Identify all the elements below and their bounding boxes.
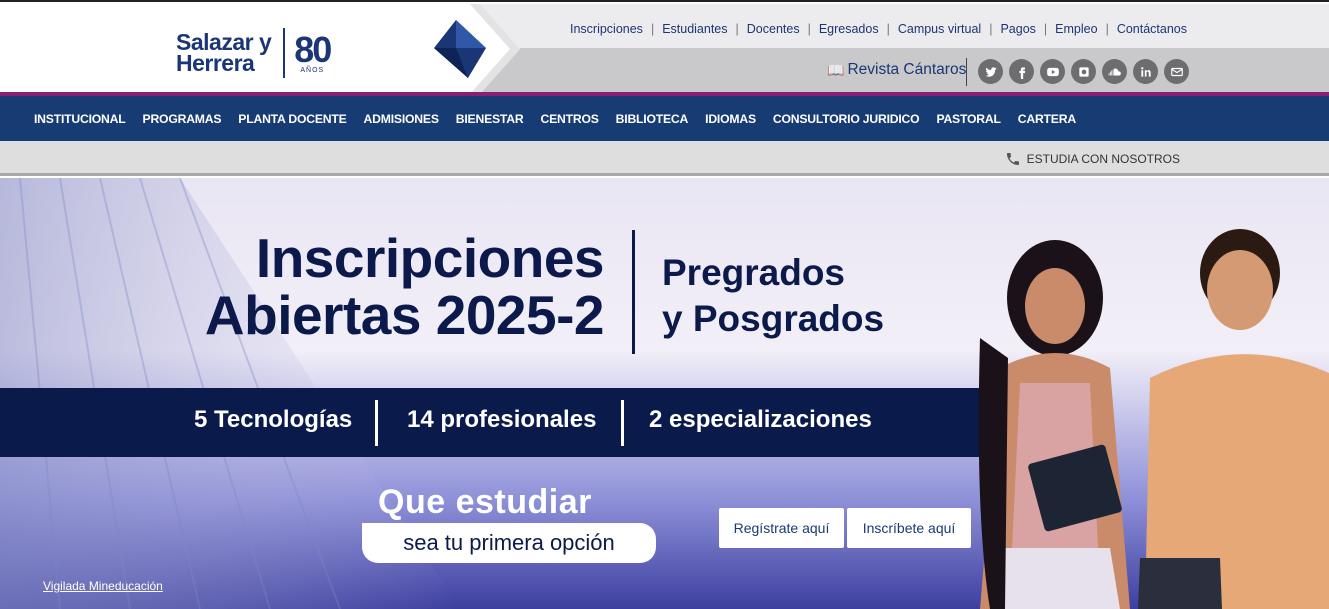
tagline-line1: Que estudiar (378, 483, 592, 521)
hero-banner: Inscripciones Abiertas 2025-2 Pregrados … (0, 178, 1329, 609)
main-nav: INSTITUCIONAL PROGRAMAS PLANTA DOCENTE A… (0, 96, 1329, 141)
nav-item-programas[interactable]: PROGRAMAS (143, 112, 222, 126)
facebook-icon[interactable] (1009, 59, 1034, 84)
revista-link[interactable]: 📖 Revista Cántaros (827, 61, 966, 79)
sub-bar: ESTUDIA CON NOSOTROS (0, 141, 1329, 176)
revista-label: Revista Cántaros (847, 61, 967, 78)
hero-subtitle-line1: Pregrados (662, 252, 846, 293)
util-link-docentes[interactable]: Docentes (747, 22, 800, 36)
tagline-line2: sea tu primera opción (362, 523, 656, 563)
utility-nav: Inscripciones | Estudiantes | Docentes | Eg… (569, 22, 1187, 36)
band-tecnologias: 5 Tecnologías (194, 406, 353, 433)
hero-subtitle: Pregrados y Posgrados (662, 250, 884, 342)
logo-name-line2: Herrera (176, 50, 255, 76)
email-icon[interactable] (1164, 59, 1189, 84)
emblem-icon (434, 20, 486, 78)
hero-title-divider (632, 230, 635, 354)
flickr-icon[interactable] (1071, 59, 1096, 84)
hero-subtitle-line2: y Posgrados (662, 298, 885, 339)
nav-item-consultorio-juridico[interactable]: CONSULTORIO JURIDICO (773, 112, 920, 126)
nav-item-institucional[interactable]: INSTITUCIONAL (34, 112, 126, 126)
soundcloud-icon[interactable] (1102, 59, 1127, 84)
header-gray-panel (435, 4, 1329, 94)
nav-item-biblioteca[interactable]: BIBLIOTECA (616, 112, 689, 126)
nav-item-cartera[interactable]: CARTERA (1018, 112, 1076, 126)
util-link-empleo[interactable]: Empleo (1055, 22, 1097, 36)
linkedin-icon[interactable] (1133, 59, 1158, 84)
hero-title: Inscripciones Abiertas 2025-2 (158, 227, 605, 346)
youtube-icon[interactable] (1040, 59, 1065, 84)
mineducacion-note[interactable]: Vigilada Mineducación (43, 579, 163, 593)
util-link-egresados[interactable]: Egresados (819, 22, 879, 36)
band-especializaciones: 2 especializaciones (649, 406, 872, 433)
twitter-icon[interactable] (978, 59, 1003, 84)
social-links (978, 59, 1189, 84)
hero-title-line1: Inscripciones (255, 227, 605, 289)
hero-title-line2: Abiertas 2025-2 (204, 284, 605, 346)
nav-item-bienestar[interactable]: BIENESTAR (456, 112, 524, 126)
book-icon: 📖 (827, 61, 845, 78)
top-header: Salazar y Herrera 80 AÑOS Inscripciones |… (0, 0, 1329, 94)
phone-icon (1006, 153, 1019, 165)
util-link-estudiantes[interactable]: Estudiantes (662, 22, 727, 36)
nav-item-admisiones[interactable]: ADMISIONES (364, 112, 439, 126)
university-logo[interactable]: Salazar y Herrera 80 AÑOS (176, 28, 332, 78)
util-link-campus-virtual[interactable]: Campus virtual (898, 22, 981, 36)
logo-wordmark: Salazar y Herrera (176, 31, 272, 76)
logo-anniversary-number: 80 (294, 28, 332, 70)
enroll-button[interactable]: Inscríbete aquí (847, 508, 971, 548)
nav-item-idiomas[interactable]: IDIOMAS (705, 112, 756, 126)
band-profesionales: 14 profesionales (407, 406, 597, 433)
util-link-contactanos[interactable]: Contáctanos (1117, 22, 1187, 36)
util-link-inscripciones[interactable]: Inscripciones (570, 22, 643, 36)
study-with-us-link[interactable]: ESTUDIA CON NOSOTROS (1005, 151, 1180, 167)
band-divider (621, 400, 624, 446)
band-divider (375, 400, 378, 446)
header-divider (966, 58, 967, 86)
util-link-pagos[interactable]: Pagos (1000, 22, 1035, 36)
students-photo (978, 229, 1329, 609)
register-button[interactable]: Regístrate aquí (719, 508, 844, 548)
study-with-us-label: ESTUDIA CON NOSOTROS (1026, 152, 1180, 166)
nav-item-planta-docente[interactable]: PLANTA DOCENTE (238, 112, 346, 126)
nav-item-centros[interactable]: CENTROS (540, 112, 598, 126)
logo-divider (283, 28, 286, 78)
logo-anniversary: 80 AÑOS (294, 28, 332, 74)
nav-item-pastoral[interactable]: PASTORAL (936, 112, 1001, 126)
